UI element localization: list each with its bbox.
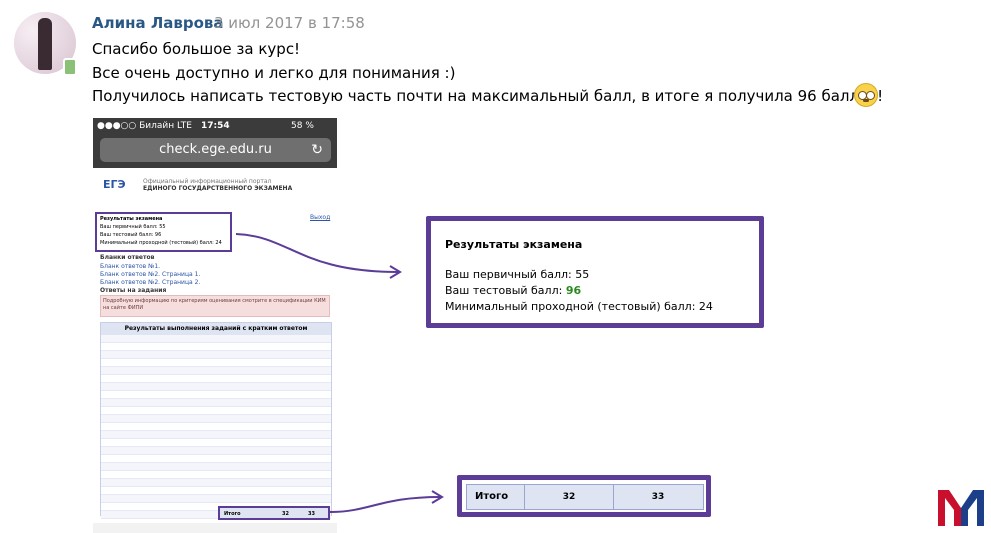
total-value-b: 33 <box>651 492 665 502</box>
arrow-to-total <box>329 496 441 513</box>
arrow-to-results <box>235 233 399 273</box>
total-zoom-box: Итого 32 33 <box>457 475 711 517</box>
m-logo-watermark <box>938 490 984 526</box>
total-label: Итого <box>467 485 525 509</box>
min-score: Минимальный проходной (тестовый) балл: 2… <box>445 300 713 313</box>
primary-score: Ваш первичный балл: 55 <box>445 268 590 281</box>
results-zoom-box: Результаты экзамена Ваш первичный балл: … <box>426 216 764 328</box>
total-value-a: 32 <box>525 485 614 509</box>
results-title: Результаты экзамена <box>445 238 583 251</box>
test-score: Ваш тестовый балл: 96 <box>445 284 581 297</box>
test-score-label: Ваш тестовый балл: <box>445 284 566 297</box>
total-row: Итого 32 33 <box>466 484 704 510</box>
test-score-value: 96 <box>565 284 582 297</box>
